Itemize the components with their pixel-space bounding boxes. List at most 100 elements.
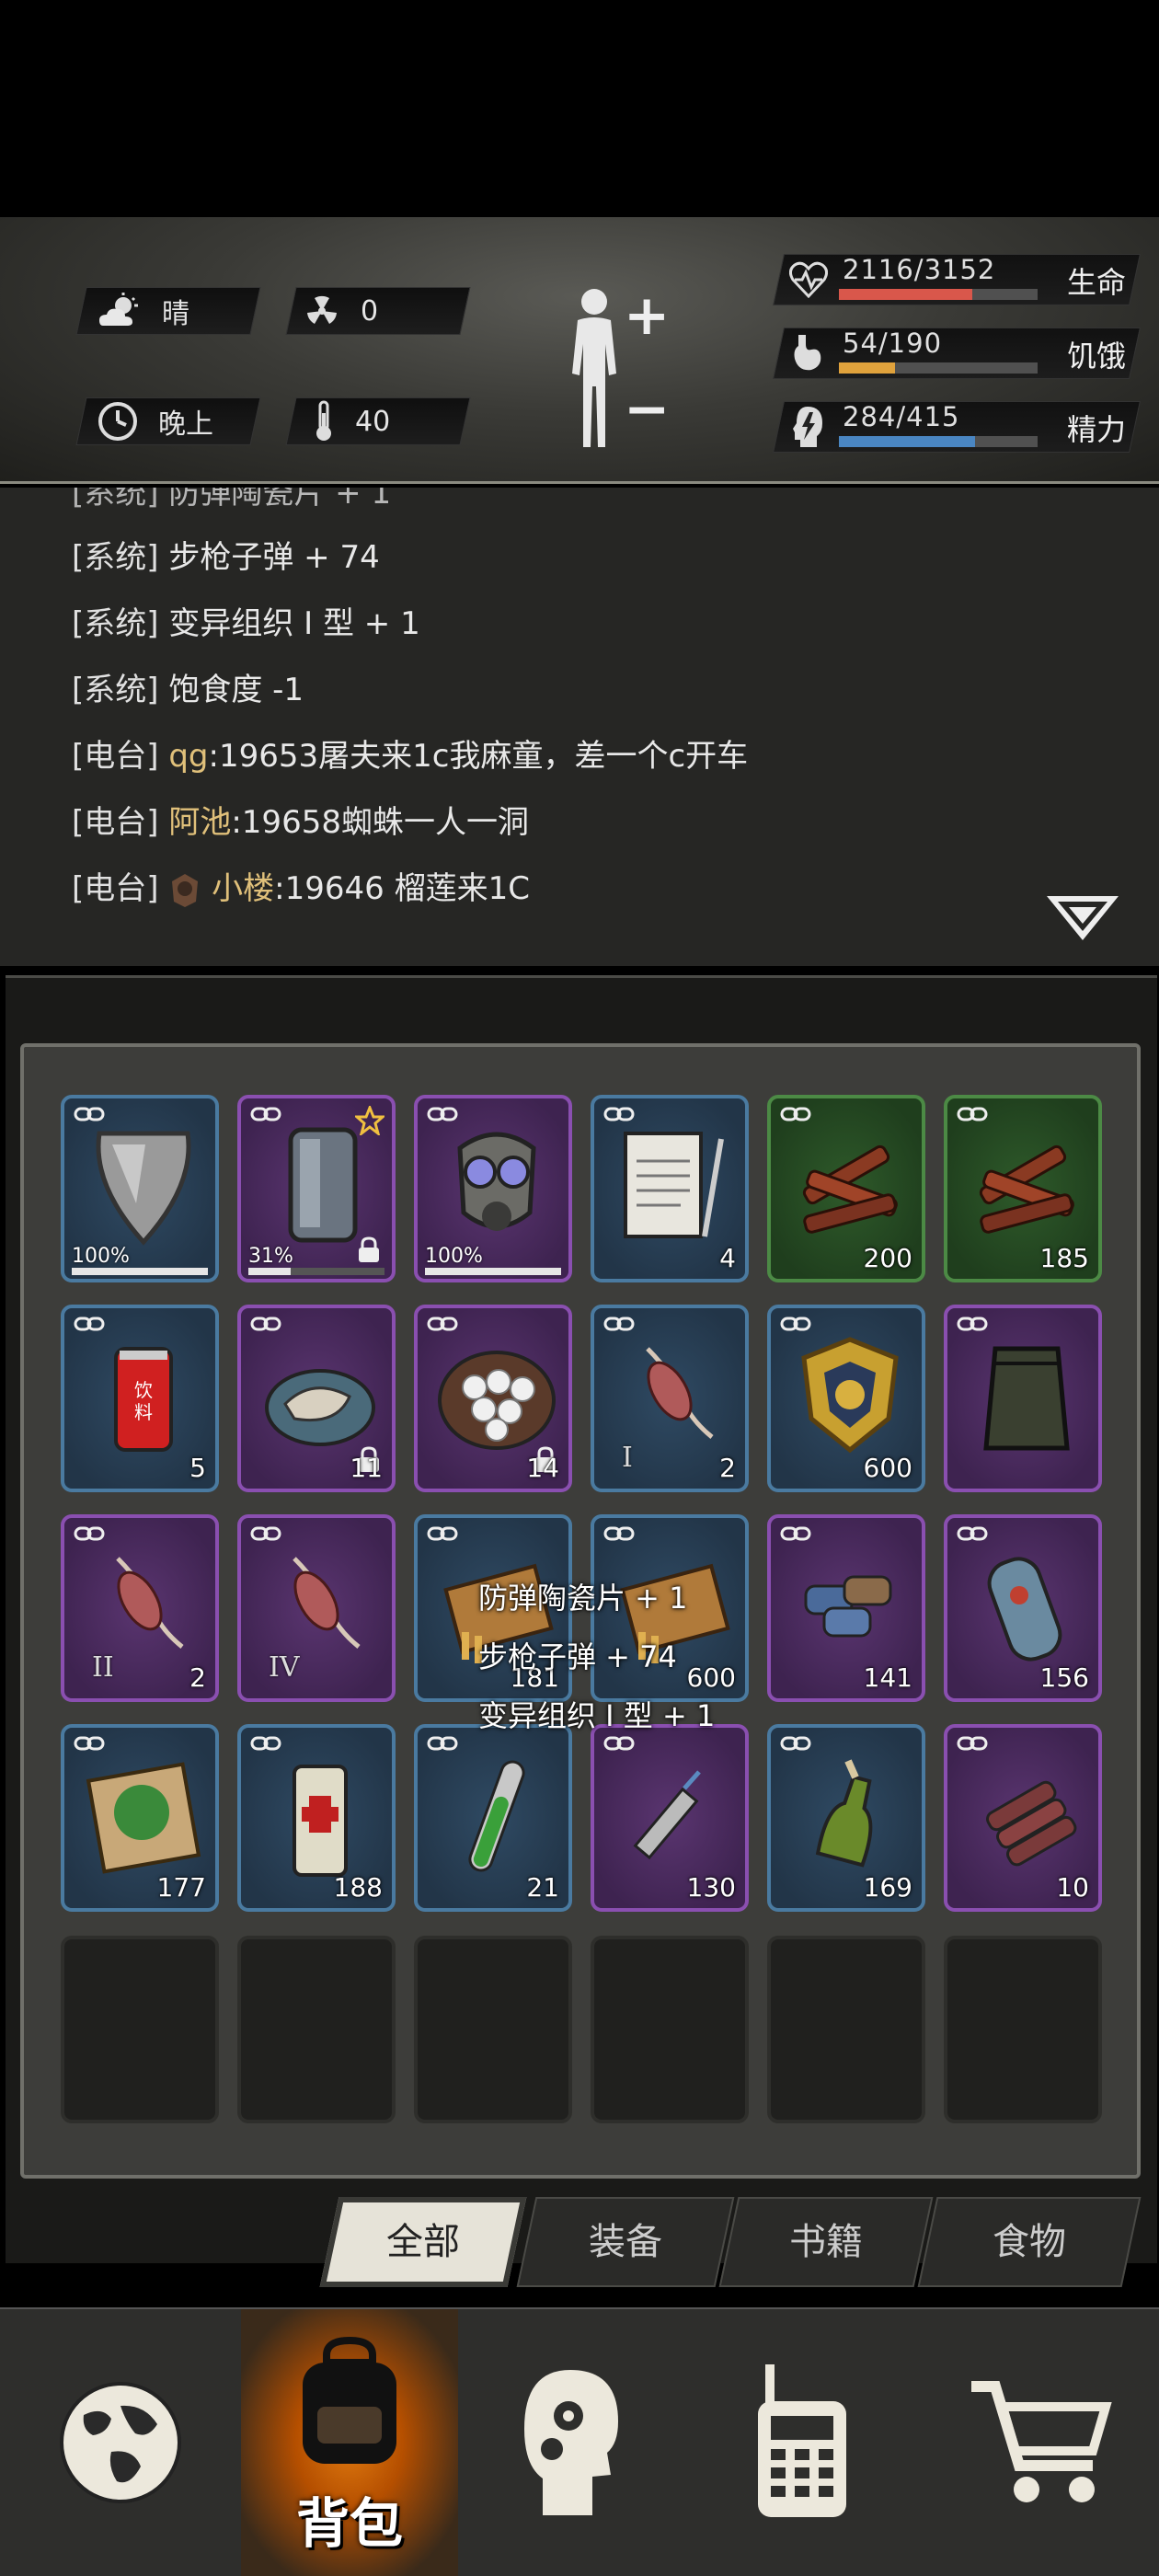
item-quantity: 10 bbox=[1056, 1872, 1089, 1903]
item-quantity: 169 bbox=[863, 1872, 912, 1903]
battery-cells-icon bbox=[787, 1540, 912, 1682]
tab-equipment[interactable]: 装备 bbox=[516, 2197, 735, 2287]
inventory-slot-mutant-tissue-2[interactable]: II 2 bbox=[61, 1514, 219, 1702]
inventory-slot-soda-can[interactable]: 饮料5 bbox=[61, 1305, 219, 1492]
inventory-slot-mutant-tissue-4[interactable]: IV bbox=[237, 1514, 396, 1702]
energy-stat[interactable]: 284/415 精力 bbox=[773, 401, 1141, 453]
inventory-slot-battery-cells[interactable]: 141 bbox=[767, 1514, 925, 1702]
nav-shop[interactable] bbox=[924, 2309, 1159, 2576]
svg-text:饮: 饮 bbox=[134, 1379, 153, 1401]
empty-slot[interactable] bbox=[767, 1936, 925, 2123]
empty-slot[interactable] bbox=[944, 1936, 1102, 2123]
hunger-text: 54/190 bbox=[843, 328, 943, 359]
health-text: 2116/3152 bbox=[843, 254, 996, 285]
dynamite-icon bbox=[964, 1750, 1089, 1892]
body-status-button[interactable]: + − bbox=[557, 283, 677, 451]
ballistic-shield-icon bbox=[81, 1121, 206, 1262]
tab-all[interactable]: 全部 bbox=[319, 2197, 527, 2287]
item-quantity: 188 bbox=[333, 1872, 383, 1903]
log-line: [系统] 步枪子弹 + 74 bbox=[72, 539, 380, 576]
radiation-icon bbox=[307, 295, 337, 324]
radiation-value: 0 bbox=[361, 294, 379, 328]
head-gears-icon bbox=[524, 2370, 618, 2515]
inventory-slot-gas-mask[interactable]: 100% bbox=[414, 1095, 572, 1282]
damage-minus-icon: − bbox=[624, 377, 671, 442]
inventory-slot-ballistic-shield[interactable]: 100% bbox=[61, 1095, 219, 1282]
empty-slot[interactable] bbox=[414, 1936, 572, 2123]
clock-icon bbox=[98, 402, 137, 441]
item-quantity: 141 bbox=[863, 1662, 912, 1693]
inventory-slot-test-tube[interactable]: 21 bbox=[414, 1724, 572, 1912]
empty-slot[interactable] bbox=[237, 1936, 396, 2123]
gas-mask-icon bbox=[434, 1121, 559, 1262]
item-quantity: 2 bbox=[189, 1662, 206, 1693]
soda-can-icon: 饮料 bbox=[81, 1330, 206, 1472]
nav-skills[interactable] bbox=[458, 2309, 683, 2576]
jerky-icon bbox=[787, 1121, 912, 1262]
item-quantity: 4 bbox=[719, 1243, 736, 1273]
hunger-stat[interactable]: 54/190 饥饿 bbox=[773, 328, 1141, 379]
item-quantity: 156 bbox=[1039, 1662, 1089, 1693]
temperature-value: 40 bbox=[355, 405, 391, 438]
loot-popup: 防弹陶瓷片 + 1 步枪子弹 + 74 变异组织 I 型 + 1 bbox=[478, 1569, 715, 1745]
item-quantity: 130 bbox=[686, 1872, 736, 1903]
radiation-indicator[interactable]: 0 bbox=[304, 287, 378, 335]
inventory-slot-jerky[interactable]: 185 bbox=[944, 1095, 1102, 1282]
log-line: [电台] 阿池:19658蜘蛛一人一洞 bbox=[72, 804, 529, 841]
star-icon bbox=[355, 1106, 384, 1135]
health-stat[interactable]: 2116/3152 生命 bbox=[773, 254, 1141, 305]
inventory-slot-notepad-pen[interactable]: 4 bbox=[591, 1095, 749, 1282]
empty-slot[interactable] bbox=[591, 1936, 749, 2123]
temperature-indicator[interactable]: 40 bbox=[313, 397, 390, 445]
lock-icon bbox=[359, 1236, 379, 1262]
inventory-slot-fish-plate[interactable]: 11 bbox=[237, 1305, 396, 1492]
inventory-slot-eggs-bowl[interactable]: 14 bbox=[414, 1305, 572, 1492]
log-line: [电台] qg:19653屠夫来1c我麻童，差一个c开车 bbox=[72, 738, 749, 775]
inventory-slot-syringe[interactable]: 130 bbox=[591, 1724, 749, 1912]
shopping-cart-icon bbox=[971, 2381, 1112, 2502]
item-quantity: 2 bbox=[719, 1453, 736, 1483]
inventory-slot-dynamite[interactable]: 10 bbox=[944, 1724, 1102, 1912]
popup-line: 步枪子弹 + 74 bbox=[478, 1639, 677, 1674]
inventory-slot-ceramic-plate[interactable] bbox=[944, 1305, 1102, 1492]
nav-radio[interactable] bbox=[683, 2309, 924, 2576]
item-quantity: 185 bbox=[1039, 1243, 1089, 1273]
time-indicator[interactable]: 晚上 bbox=[98, 397, 213, 445]
nav-world-map[interactable] bbox=[0, 2309, 241, 2576]
svg-text:料: 料 bbox=[134, 1401, 153, 1423]
expand-log-chevron-icon[interactable] bbox=[1045, 892, 1120, 944]
health-bar bbox=[839, 289, 1038, 300]
nav-backpack[interactable]: 背包 bbox=[241, 2309, 458, 2576]
message-log[interactable]: [系统] 防弹陶瓷片 + 1 [系统] 步枪子弹 + 74 [系统] 变异组织 … bbox=[0, 488, 1159, 966]
tier-label: IV bbox=[269, 1651, 300, 1684]
energy-text: 284/415 bbox=[843, 401, 960, 432]
item-quantity: 5 bbox=[189, 1453, 206, 1483]
durability-bar bbox=[248, 1268, 384, 1275]
tier-label: I bbox=[622, 1442, 633, 1474]
inventory-slot-medkit-spray[interactable]: 188 bbox=[237, 1724, 396, 1912]
ceramic-plate-icon bbox=[964, 1330, 1089, 1472]
heal-plus-icon: + bbox=[624, 283, 671, 348]
item-quantity: 14 bbox=[526, 1453, 559, 1483]
tab-food[interactable]: 食物 bbox=[917, 2197, 1142, 2287]
tab-books[interactable]: 书籍 bbox=[718, 2197, 934, 2287]
gold-badge-icon bbox=[787, 1330, 912, 1472]
popup-line: 防弹陶瓷片 + 1 bbox=[478, 1581, 688, 1616]
energy-label: 精力 bbox=[1067, 412, 1127, 447]
inventory-slot-mutant-tissue-1[interactable]: I2 bbox=[591, 1305, 749, 1492]
medkit-spray-icon bbox=[258, 1750, 383, 1892]
durability-text: 31% bbox=[248, 1245, 293, 1268]
player-avatar-icon bbox=[172, 873, 199, 907]
weather-indicator[interactable]: 晴 bbox=[98, 287, 189, 335]
inventory-slot-molotov[interactable]: 169 bbox=[767, 1724, 925, 1912]
empty-slot[interactable] bbox=[61, 1936, 219, 2123]
durability-text: 100% bbox=[72, 1245, 130, 1268]
inventory-slot-gold-badge[interactable]: 600 bbox=[767, 1305, 925, 1492]
inventory-slot-gas-canister[interactable]: 156 bbox=[944, 1514, 1102, 1702]
molotov-icon bbox=[787, 1750, 912, 1892]
inventory-slot-riot-shield[interactable]: 31% bbox=[237, 1095, 396, 1282]
jerky-icon bbox=[964, 1121, 1089, 1262]
inventory-slot-jerky[interactable]: 200 bbox=[767, 1095, 925, 1282]
thermometer-icon bbox=[316, 400, 331, 441]
inventory-slot-herb-cloth[interactable]: 177 bbox=[61, 1724, 219, 1912]
